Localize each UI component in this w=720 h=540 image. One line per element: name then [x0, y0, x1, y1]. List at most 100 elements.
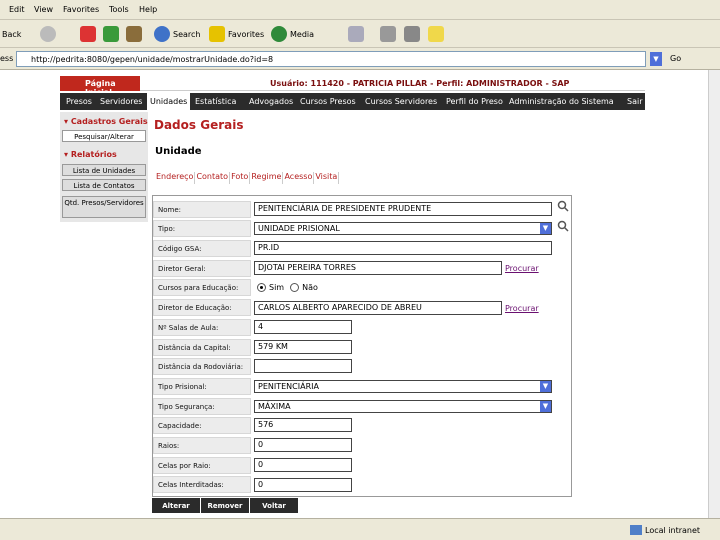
media-icon — [271, 26, 287, 42]
tab-contato[interactable]: Contato — [195, 172, 231, 184]
raios-input[interactable]: 0 — [254, 438, 352, 452]
sidebar-relatorios[interactable]: ▾ Relatórios — [64, 150, 117, 159]
label-capacidade: Capacidade: — [153, 417, 251, 434]
tipo-seguranca-select[interactable]: MÁXIMA ▼ — [254, 400, 552, 413]
nav-unidades[interactable]: Unidades — [147, 93, 191, 110]
print-button[interactable] — [380, 25, 399, 43]
address-label: ess — [0, 54, 14, 63]
tipo-select[interactable]: UNIDADE PRISIONAL ▼ — [254, 222, 552, 235]
sidebar-item-pesquisar[interactable]: Pesquisar/Alterar — [62, 130, 146, 142]
address-bar: ess http://pedrita:8080/gepen/unidade/mo… — [0, 48, 720, 70]
tab-acesso[interactable]: Acesso — [283, 172, 315, 184]
home-link[interactable]: Página Inicial — [60, 76, 140, 97]
label-tipo-seguranca: Tipo Segurança: — [153, 398, 251, 415]
label-celas-raio: Celas por Raio: — [153, 457, 251, 474]
back-button[interactable]: Back — [2, 25, 21, 43]
nav-cursos-servidores[interactable]: Cursos Servidores — [365, 93, 437, 110]
label-raios: Raios: — [153, 437, 251, 454]
tab-bar: Endereço Contato Foto Regime Acesso Visi… — [155, 172, 340, 184]
radio-sim[interactable] — [257, 283, 266, 292]
address-input[interactable]: http://pedrita:8080/gepen/unidade/mostra… — [16, 51, 646, 67]
go-button[interactable]: Go — [670, 54, 681, 63]
discuss-button[interactable] — [428, 25, 447, 43]
refresh-button[interactable] — [103, 25, 122, 43]
mail-icon — [348, 26, 364, 42]
mail-button[interactable] — [348, 25, 367, 43]
discuss-icon — [428, 26, 444, 42]
radio-nao-label: Não — [302, 283, 318, 292]
label-cursos: Cursos para Educação: — [153, 279, 251, 296]
vertical-scrollbar[interactable] — [708, 70, 720, 518]
diretor-geral-input[interactable]: DJOTAI PEREIRA TORRES — [254, 261, 502, 275]
label-salas: Nº Salas de Aula: — [153, 319, 251, 336]
voltar-button[interactable]: Voltar — [250, 498, 298, 513]
menu-tools[interactable]: Tools — [109, 5, 129, 14]
tab-visita[interactable]: Visita — [314, 172, 340, 184]
nav-perfil-preso[interactable]: Perfil do Preso — [446, 93, 503, 110]
status-zone: Local intranet — [630, 525, 700, 535]
nav-advogados[interactable]: Advogados — [249, 93, 293, 110]
menu-favorites[interactable]: Favorites — [63, 5, 99, 14]
edit-button[interactable] — [404, 25, 423, 43]
home-button[interactable] — [126, 25, 145, 43]
address-dropdown-icon[interactable]: ▼ — [650, 52, 662, 66]
radio-nao[interactable] — [290, 283, 300, 292]
chevron-down-icon: ▼ — [540, 381, 551, 392]
sidebar-item-lista-unidades[interactable]: Lista de Unidades — [62, 164, 146, 176]
stop-icon — [80, 26, 96, 42]
expand-arrow-icon: ▾ — [64, 117, 71, 126]
tab-endereco[interactable]: Endereço — [155, 172, 196, 184]
menu-edit[interactable]: Edit — [9, 5, 25, 14]
label-celas-interditadas: Celas Interditadas: — [153, 476, 251, 493]
menu-view[interactable]: View — [34, 5, 53, 14]
expand-arrow-icon: ▾ — [64, 150, 71, 159]
codigo-input[interactable]: PR.ID — [254, 241, 552, 255]
celas-interditadas-input[interactable]: 0 — [254, 478, 352, 492]
favorites-icon — [209, 26, 225, 42]
label-tipo: Tipo: — [153, 220, 251, 237]
status-bar: Local intranet — [0, 518, 720, 540]
user-info: Usuário: 111420 - PATRICIA PILLAR - Perf… — [270, 79, 570, 88]
tab-foto[interactable]: Foto — [230, 172, 251, 184]
forward-button[interactable] — [40, 25, 59, 43]
diretor-educacao-input[interactable]: CARLOS ALBERTO APARECIDO DE ABREU — [254, 301, 502, 315]
main-nav: Presos Servidores Unidades Estatística A… — [60, 93, 645, 110]
sidebar-item-lista-contatos[interactable]: Lista de Contatos — [62, 179, 146, 191]
favorites-button[interactable]: Favorites — [209, 25, 264, 43]
sidebar-cadastros[interactable]: ▾ Cadastros Gerais — [64, 117, 148, 126]
search-icon[interactable] — [557, 200, 569, 212]
alterar-button[interactable]: Alterar — [152, 498, 200, 513]
nome-input[interactable]: PENITENCIÁRIA DE PRESIDENTE PRUDENTE — [254, 202, 552, 216]
nav-presos[interactable]: Presos — [66, 93, 92, 110]
capacidade-input[interactable]: 576 — [254, 418, 352, 432]
procurar-diretor-geral-link[interactable]: Procurar — [505, 264, 539, 273]
browser-toolbar: Back Search Favorites Media — [0, 20, 720, 48]
forward-icon — [40, 26, 56, 42]
celas-raio-input[interactable]: 0 — [254, 458, 352, 472]
home-icon — [126, 26, 142, 42]
label-dist-rodoviaria: Distância da Rodoviária: — [153, 358, 251, 375]
procurar-diretor-educacao-link[interactable]: Procurar — [505, 304, 539, 313]
tipo-prisional-select[interactable]: PENITENCIÁRIA ▼ — [254, 380, 552, 393]
tab-regime[interactable]: Regime — [250, 172, 284, 184]
sidebar-item-qtd-presos[interactable]: Qtd. Presos/Servidores — [62, 196, 146, 218]
salas-input[interactable]: 4 — [254, 320, 352, 334]
search-icon[interactable] — [557, 220, 569, 232]
refresh-icon — [103, 26, 119, 42]
remover-button[interactable]: Remover — [201, 498, 249, 513]
media-button[interactable]: Media — [271, 25, 314, 43]
menu-help[interactable]: Help — [139, 5, 157, 14]
label-tipo-prisional: Tipo Prisional: — [153, 378, 251, 395]
nav-sair[interactable]: Sair — [627, 93, 643, 110]
dist-rodoviaria-input[interactable] — [254, 359, 352, 373]
search-button[interactable]: Search — [154, 25, 200, 43]
distancia-input[interactable]: 579 KM — [254, 340, 352, 354]
nav-administracao[interactable]: Administração do Sistema — [509, 93, 614, 110]
chevron-down-icon: ▼ — [540, 401, 551, 412]
radio-sim-label: Sim — [269, 283, 285, 292]
nav-cursos-presos[interactable]: Cursos Presos — [300, 93, 356, 110]
stop-button[interactable] — [80, 25, 99, 43]
nav-estatistica[interactable]: Estatística — [195, 93, 236, 110]
nav-servidores[interactable]: Servidores — [100, 93, 142, 110]
app-header: Página Inicial Usuário: 111420 - PATRICI… — [60, 76, 645, 97]
